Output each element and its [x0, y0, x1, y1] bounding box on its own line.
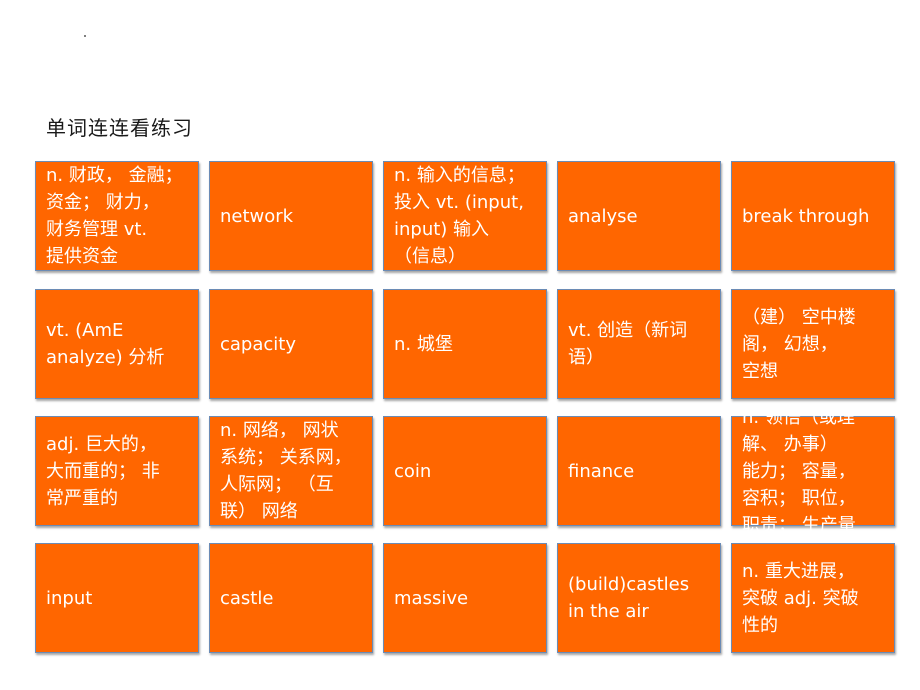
match-tile[interactable]: n. 重大进展， 突破 adj. 突破 性的	[731, 543, 895, 653]
match-tile[interactable]: coin	[383, 416, 547, 526]
tile-text: adj. 巨大的， 大而重的； 非 常严重的	[46, 433, 160, 509]
tile-text: finance	[568, 460, 635, 482]
match-tile[interactable]: n. 领悟（或理 解、 办事） 能力； 容量， 容积； 职位， 职责； 生产量	[731, 407, 895, 536]
tile-text: castle	[220, 587, 274, 609]
tile-text: （建） 空中楼 阁， 幻想， 空想	[742, 306, 856, 382]
tile-text: break through	[742, 205, 870, 227]
match-tile[interactable]: n. 网络， 网状 系统； 关系网， 人际网； （互 联） 网络	[209, 416, 373, 526]
match-tile[interactable]: vt. 创造（新词 语）	[557, 289, 721, 399]
tile-text: vt. (AmE analyze) 分析	[46, 320, 165, 368]
tile-text: capacity	[220, 333, 296, 355]
match-tile[interactable]: （建） 空中楼 阁， 幻想， 空想	[731, 289, 895, 399]
tile-text: analyse	[568, 205, 638, 227]
tile-text: vt. 创造（新词 语）	[568, 320, 688, 368]
match-tile[interactable]: input	[35, 543, 199, 653]
match-tile[interactable]: n. 城堡	[383, 289, 547, 399]
match-tile[interactable]: castle	[209, 543, 373, 653]
tile-text: n. 重大进展， 突破 adj. 突破 性的	[742, 560, 859, 636]
match-tile[interactable]: massive	[383, 543, 547, 653]
match-tile[interactable]: finance	[557, 416, 721, 526]
tile-text: input	[46, 587, 93, 609]
tile-text: coin	[394, 460, 432, 482]
tile-text: n. 城堡	[394, 333, 453, 355]
tile-text: n. 财政， 金融； 资金； 财力， 财务管理 vt. 提供资金	[46, 165, 183, 267]
match-tile[interactable]: break through	[731, 161, 895, 271]
tile-text: massive	[394, 587, 469, 609]
match-tile[interactable]: network	[209, 161, 373, 271]
slide-dot	[84, 35, 86, 37]
tile-text: network	[220, 205, 294, 227]
match-tile[interactable]: capacity	[209, 289, 373, 399]
match-tile[interactable]: n. 财政， 金融； 资金； 财力， 财务管理 vt. 提供资金	[35, 161, 199, 271]
tile-text: n. 网络， 网状 系统； 关系网， 人际网； （互 联） 网络	[220, 420, 352, 522]
tile-text: n. 输入的信息； 投入 vt. (input, input) 输入 （信息）	[394, 165, 525, 267]
tile-text: n. 领悟（或理 解、 办事） 能力； 容量， 容积； 职位， 职责； 生产量	[742, 406, 856, 536]
match-tile[interactable]: (build)castles in the air	[557, 543, 721, 653]
page-title: 单词连连看练习	[46, 116, 193, 140]
match-tile[interactable]: vt. (AmE analyze) 分析	[35, 289, 199, 399]
match-tile[interactable]: analyse	[557, 161, 721, 271]
match-tile[interactable]: n. 输入的信息； 投入 vt. (input, input) 输入 （信息）	[383, 161, 547, 271]
match-tile[interactable]: adj. 巨大的， 大而重的； 非 常严重的	[35, 416, 199, 526]
tile-text: (build)castles in the air	[568, 574, 690, 622]
